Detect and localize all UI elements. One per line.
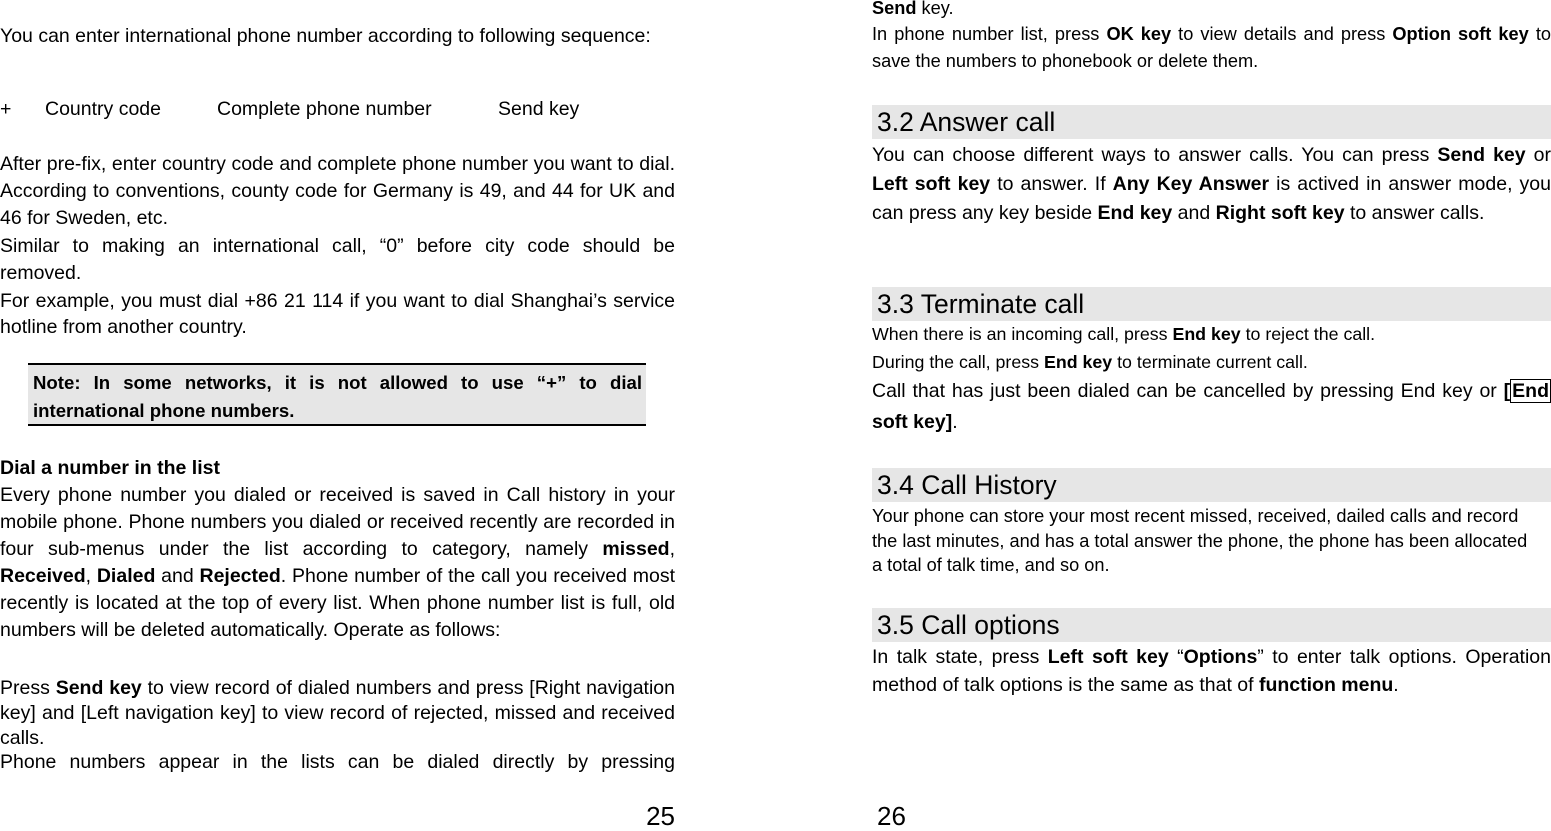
section-heading: Dial a number in the list xyxy=(0,457,220,479)
section-title: 3.4 Call History xyxy=(877,470,1057,500)
dial-directly-paragraph: Phone numbers appear in the lists can be… xyxy=(0,751,675,773)
example-paragraph: For example, you must dial +86 21 114 if… xyxy=(0,290,675,338)
section-heading-bar: 3.4 Call History xyxy=(872,468,1551,502)
sequence-plus: + xyxy=(0,98,12,120)
reject-call-line: When there is an incoming call, press En… xyxy=(872,324,1376,344)
intro-paragraph: You can enter international phone number… xyxy=(0,25,651,47)
note-box: Note: In some networks, it is not allowe… xyxy=(28,363,646,426)
page-25: You can enter international phone number… xyxy=(0,0,675,831)
answer-call-paragraph: You can choose different ways to answer … xyxy=(872,144,1551,224)
sequence-send-key: Send key xyxy=(498,98,580,120)
call-options-paragraph: In talk state, press Left soft key “Opti… xyxy=(872,646,1551,696)
page-number: 26 xyxy=(877,801,906,831)
prefix-paragraph: After pre-fix, enter country code and co… xyxy=(0,153,675,229)
call-history-paragraph: Your phone can store your most recent mi… xyxy=(872,506,1528,575)
sequence-phone-number: Complete phone number xyxy=(217,98,432,120)
cancel-call-paragraph: Call that has just been dialed can be ca… xyxy=(872,379,1551,433)
end-key-boxed: End xyxy=(1510,379,1551,403)
section-title: 3.2 Answer call xyxy=(877,107,1056,137)
call-history-paragraph: Every phone number you dialed or receive… xyxy=(0,484,675,641)
section-heading-bar: 3.5 Call options xyxy=(872,608,1551,642)
page-26: Send key. In phone number list, press OK… xyxy=(872,0,1551,831)
terminate-call-line: During the call, press End key to termin… xyxy=(872,352,1308,372)
section-heading-bar: 3.2 Answer call xyxy=(872,105,1551,139)
note-text: Note: In some networks, it is not allowe… xyxy=(33,372,642,421)
section-title: 3.3 Terminate call xyxy=(877,289,1085,319)
press-send-paragraph: Press Send key to view record of dialed … xyxy=(0,677,675,749)
continued-text: Send key. xyxy=(872,0,954,18)
phone-list-paragraph: In phone number list, press OK key to vi… xyxy=(872,24,1551,71)
city-code-paragraph: Similar to making an international call,… xyxy=(0,235,675,284)
section-heading-bar: 3.3 Terminate call xyxy=(872,287,1551,321)
sequence-country-code: Country code xyxy=(45,98,161,120)
page-number: 25 xyxy=(646,801,675,831)
section-title: 3.5 Call options xyxy=(877,610,1060,640)
